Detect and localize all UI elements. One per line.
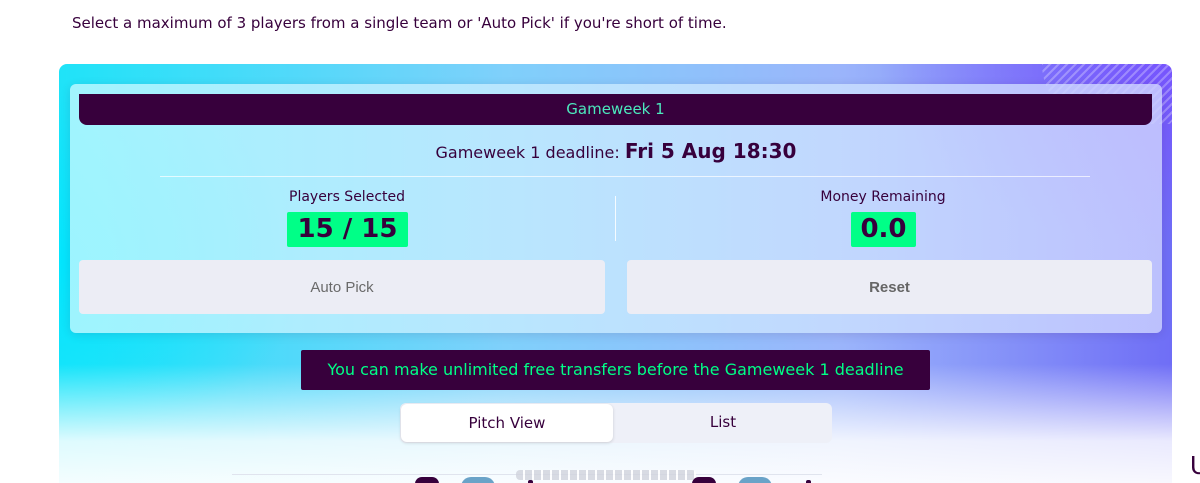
gameweek-title-bar: Gameweek 1 — [79, 94, 1152, 125]
deadline-label: Gameweek 1 deadline: — [435, 143, 620, 162]
intro-text: Select a maximum of 3 players from a sin… — [72, 14, 727, 32]
tab-pitch-view[interactable]: Pitch View — [401, 404, 613, 442]
tab-list-view[interactable]: List — [614, 403, 832, 441]
money-remaining-label: Money Remaining — [820, 189, 946, 205]
view-toggle: Pitch View List — [400, 403, 832, 443]
player-badge-icon — [415, 477, 439, 483]
deadline-date: Fri 5 Aug 18:30 — [624, 139, 797, 163]
unlimited-transfers-banner: You can make unlimited free transfers be… — [301, 350, 930, 390]
squad-selection-page: Select a maximum of 3 players from a sin… — [0, 0, 1200, 483]
player-badge-icon — [692, 477, 716, 483]
card-divider-vertical — [615, 196, 616, 241]
player-shirt-icon — [738, 477, 772, 483]
player-shirt-icon — [461, 477, 495, 483]
gameweek-deadline: Gameweek 1 deadline: Fri 5 Aug 18:30 — [0, 139, 1200, 163]
pitch-net-pattern — [516, 470, 696, 480]
reset-button[interactable]: Reset — [627, 260, 1152, 314]
auto-pick-button[interactable]: Auto Pick — [79, 260, 605, 314]
card-divider-horizontal — [160, 176, 1090, 177]
players-selected-label: Players Selected — [289, 189, 405, 205]
players-selected-value: 15 / 15 — [287, 212, 408, 247]
cut-off-letter-icon: U — [1190, 450, 1200, 480]
money-remaining-value: 0.0 — [851, 212, 916, 247]
